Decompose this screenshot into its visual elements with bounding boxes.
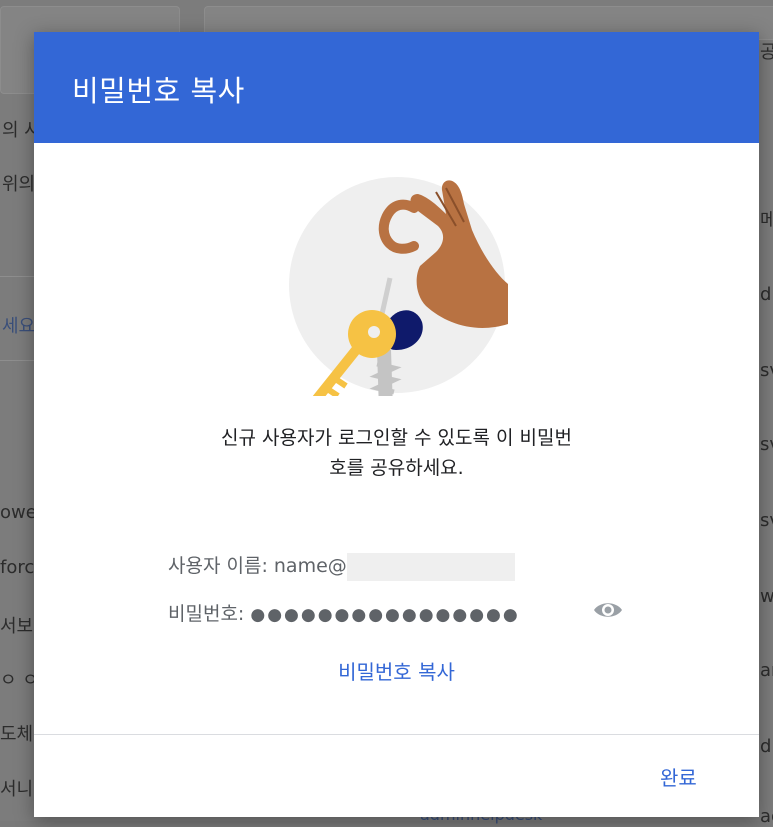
background-text: sv xyxy=(760,360,773,381)
background-text: forc xyxy=(0,557,35,578)
background-text: dr xyxy=(760,736,773,757)
background-text: adr xyxy=(760,806,773,827)
background-text: 메 xyxy=(760,210,773,231)
key-hand-illustration xyxy=(289,177,508,396)
background-text: 도체 xyxy=(0,724,34,745)
background-text: dr xyxy=(760,284,773,305)
copy-password-dialog: 비밀번호 복사 신규 사용자가 로그인할 수 있도록 이 비밀번 호를 공유하세… xyxy=(34,32,759,817)
password-masked-value: ●●●●●●●●●●●●●●●● xyxy=(250,605,520,625)
background-divider xyxy=(0,360,34,361)
background-text: an xyxy=(760,660,773,681)
background-text: owe xyxy=(0,502,37,523)
username-label: 사용자 이름: name@ xyxy=(168,555,347,577)
done-button[interactable]: 완료 xyxy=(652,762,705,791)
instruction-line: 호를 공유하세요. xyxy=(329,457,464,479)
background-text: 세요 xyxy=(2,316,36,337)
background-text: sv xyxy=(760,434,773,455)
background-text: 서보l xyxy=(0,616,39,637)
instruction-message: 신규 사용자가 로그인할 수 있도록 이 비밀번 호를 공유하세요. xyxy=(184,423,609,483)
instruction-line: 신규 사용자가 로그인할 수 있도록 이 비밀번 xyxy=(221,427,572,449)
background-text: w xyxy=(760,586,773,607)
password-label: 비밀번호: xyxy=(168,603,251,625)
show-password-eye-icon[interactable] xyxy=(592,599,624,621)
username-row: 사용자 이름: name@ xyxy=(168,551,515,581)
dialog-title: 비밀번호 복사 xyxy=(72,74,245,108)
dialog-divider xyxy=(34,734,759,735)
redacted-username xyxy=(346,552,515,581)
password-row: 비밀번호: ●●●●●●●●●●●●●●●● xyxy=(168,599,520,626)
dialog-header: 비밀번호 복사 xyxy=(34,32,759,143)
copy-password-button[interactable]: 비밀번호 복사 xyxy=(34,656,759,685)
background-text: sv xyxy=(760,510,773,531)
background-text: 공지 xyxy=(760,42,773,63)
background-text: 서니 xyxy=(0,779,34,800)
background-divider xyxy=(0,276,34,277)
background-text: 위의 xyxy=(2,174,36,195)
